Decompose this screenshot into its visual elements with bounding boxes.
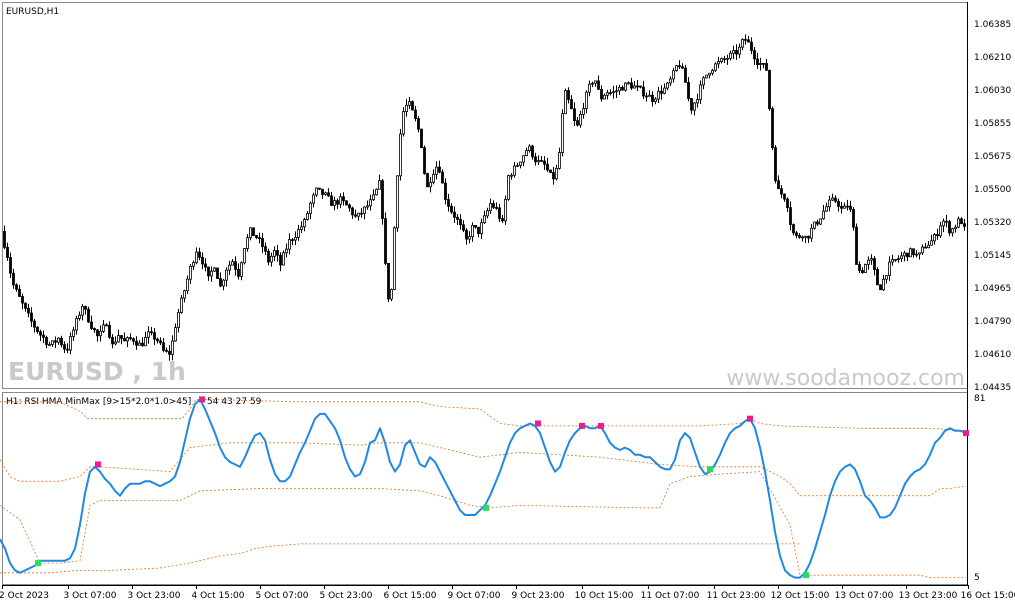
time-tick-label: 3 Oct 07:00 — [64, 591, 117, 601]
time-tick-label: 5 Oct 07:00 — [256, 591, 309, 601]
price-tick-label: 1.04435 — [974, 383, 1011, 393]
candle — [879, 284, 882, 291]
candle — [675, 65, 678, 72]
time-tick-label: 5 Oct 23:00 — [320, 591, 373, 601]
time-tick-label: 2 Oct 2023 — [0, 591, 49, 601]
price-tick-label: 1.05675 — [974, 152, 1011, 162]
candle — [411, 100, 414, 111]
price-tick-label: 1.06030 — [974, 86, 1011, 96]
time-tick-label: 13 Oct 23:00 — [899, 591, 958, 601]
candle — [813, 221, 816, 230]
price-tick-label: 1.05855 — [974, 119, 1011, 129]
time-tick-label: 6 Oct 15:00 — [384, 591, 437, 601]
candle — [390, 288, 393, 302]
candle — [252, 227, 255, 236]
candle — [393, 226, 396, 290]
price-tick-label: 1.04965 — [974, 284, 1011, 294]
rsi-trough-marker — [803, 572, 809, 579]
candle — [705, 74, 708, 79]
price-tick-label: 1.04610 — [974, 350, 1011, 360]
candle — [864, 263, 867, 274]
time-tick-label: 12 Oct 15:00 — [771, 591, 830, 601]
price-pane[interactable] — [2, 2, 968, 389]
price-tick-label: 1.05500 — [974, 185, 1011, 195]
price-tick-label: 1.05320 — [974, 218, 1011, 228]
price-tick-label: 1.04790 — [974, 317, 1011, 327]
site-watermark: www.soodamooz.com — [726, 366, 965, 391]
candle — [768, 69, 771, 111]
symbol-watermark: EURUSD , 1h — [8, 357, 186, 386]
time-tick-label: 10 Oct 15:00 — [575, 591, 634, 601]
rsi-peak-marker — [535, 420, 541, 427]
candle — [402, 107, 405, 137]
candle — [375, 188, 378, 196]
price-tick-label: 1.06210 — [974, 53, 1011, 63]
candle — [504, 195, 507, 225]
rsi-trough-marker — [483, 504, 489, 511]
candle — [396, 175, 399, 232]
candle — [282, 250, 285, 266]
candle — [216, 267, 219, 279]
candle — [909, 247, 912, 258]
time-tick-label: 16 Oct 15:00 — [961, 591, 1015, 601]
candle — [345, 200, 348, 206]
candle — [213, 267, 216, 272]
time-tick-label: 9 Oct 07:00 — [448, 591, 501, 601]
rsi-trough-marker — [35, 560, 41, 567]
indicator-values: 54 43 27 59 — [207, 397, 262, 407]
candle — [855, 223, 858, 265]
rsi-peak-marker — [963, 430, 969, 437]
candle — [180, 295, 183, 314]
candle — [420, 128, 423, 149]
indicator-tick-label: 5 — [974, 573, 980, 583]
candle — [624, 82, 627, 92]
candle — [774, 145, 777, 184]
rsi-peak-marker — [95, 461, 101, 468]
time-tick-label: 11 Oct 07:00 — [641, 591, 700, 601]
candle — [384, 212, 387, 266]
time-tick-label: 4 Oct 15:00 — [192, 591, 245, 601]
time-tick-label: 13 Oct 07:00 — [835, 591, 894, 601]
candle — [819, 218, 822, 226]
time-axis: 2 Oct 2023 3 Oct 07:00 3 Oct 23:00 4 Oct 15… — [0, 585, 1015, 601]
candle — [381, 178, 384, 225]
price-tick-label: 1.06385 — [974, 20, 1011, 30]
candle — [426, 172, 429, 188]
price-tick-label: 1.05145 — [974, 251, 1011, 261]
rsi-peak-marker — [579, 422, 585, 429]
candle — [387, 262, 390, 303]
indicator-tick-label: 81 — [974, 394, 985, 404]
rsi-peak-marker — [598, 422, 604, 429]
candle — [771, 106, 774, 151]
candle — [87, 306, 90, 324]
candle — [564, 88, 567, 115]
candle — [549, 169, 552, 174]
candle — [852, 207, 855, 231]
indicator-pane[interactable] — [2, 392, 968, 585]
candle — [423, 145, 426, 175]
candle — [561, 109, 564, 157]
rsi-trough-marker — [707, 466, 713, 473]
rsi-peak-marker — [199, 396, 205, 403]
candle — [876, 267, 879, 286]
time-tick-label: 9 Oct 23:00 — [512, 591, 565, 601]
candle — [399, 128, 402, 181]
candle — [507, 174, 510, 201]
time-tick-label: 3 Oct 23:00 — [128, 591, 181, 601]
mt4-chart-window: EURUSD , 1h www.soodamooz.com EURUSD,H1 … — [0, 2, 1015, 601]
time-tick-label: 11 Oct 23:00 — [707, 591, 766, 601]
chart-symbol-title: EURUSD,H1 — [6, 7, 59, 17]
candle — [714, 62, 717, 72]
candle — [243, 248, 246, 265]
rsi-peak-marker — [747, 415, 753, 422]
